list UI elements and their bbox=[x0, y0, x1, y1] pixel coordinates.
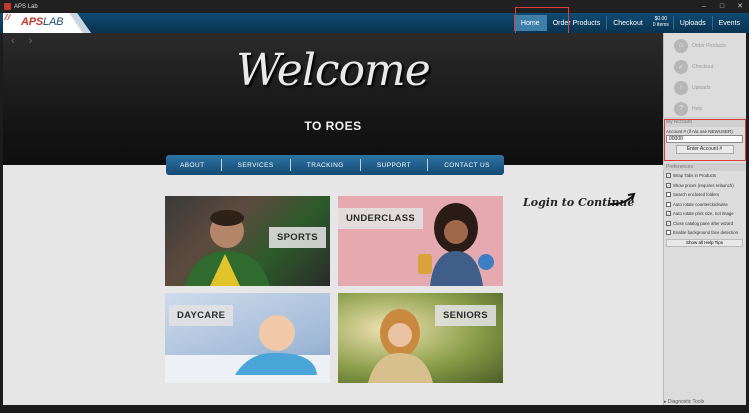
minimize-button[interactable]: – bbox=[695, 0, 713, 13]
checkbox-checked[interactable]: ✓ bbox=[666, 220, 671, 226]
main-content: ‹› Welcome TO ROES ABOUT SERVICES TRACKI… bbox=[3, 33, 663, 405]
pref-auto-rotate-print[interactable]: ✓ Auto rotate print size, not image bbox=[663, 209, 746, 219]
tab-uploads[interactable]: Uploads bbox=[674, 13, 712, 33]
checkbox-unchecked[interactable] bbox=[666, 192, 671, 198]
preferences-header: Preferences bbox=[663, 163, 746, 171]
preferences-section: Preferences ✓ Wrap Tabs in Products ✓ Show… bbox=[663, 163, 746, 247]
tile-daycare[interactable]: DAYCARE bbox=[165, 293, 330, 383]
tile-label-sports: SPORTS bbox=[269, 227, 326, 248]
nav-contact-us[interactable]: CONTACT US bbox=[444, 162, 490, 169]
checkbox-checked[interactable]: ✓ bbox=[666, 173, 671, 179]
pref-label: Search enclosed folders bbox=[673, 192, 720, 198]
site-navigation: ABOUT SERVICES TRACKING SUPPORT CONTACT … bbox=[166, 155, 504, 175]
tile-seniors[interactable]: SENIORS bbox=[338, 293, 503, 383]
checkbox-unchecked[interactable] bbox=[666, 230, 671, 236]
pref-label: Wrap Tabs in Products bbox=[673, 173, 717, 179]
pref-label: Enable background face detection bbox=[673, 230, 738, 236]
window-title: APS Lab bbox=[14, 3, 38, 10]
app-header: APSLAB Home Order Products Checkout $0.0… bbox=[0, 13, 749, 33]
help-icon: ? bbox=[674, 101, 688, 116]
checkbox-unchecked[interactable] bbox=[666, 201, 671, 207]
tab-events[interactable]: Events bbox=[713, 13, 746, 33]
checkbox-checked[interactable]: ✓ bbox=[666, 182, 671, 188]
checkout-icon: ✓ bbox=[674, 59, 688, 74]
nav-separator bbox=[359, 159, 361, 171]
window-bottom-border bbox=[0, 405, 749, 413]
logo-suffix: LAB bbox=[43, 16, 64, 28]
cart-items: 0 items bbox=[652, 22, 669, 28]
upload-icon: ↑ bbox=[674, 80, 688, 95]
aps-logo-icon bbox=[4, 14, 11, 20]
pref-show-prices[interactable]: ✓ Show prices (requires relaunch) bbox=[663, 181, 746, 191]
tile-underclass[interactable]: UNDERCLASS bbox=[338, 196, 503, 286]
panel-help-label: Help bbox=[692, 105, 703, 112]
pref-label: Show prices (requires relaunch) bbox=[673, 182, 734, 188]
pref-search-folders[interactable]: Search enclosed folders bbox=[663, 190, 746, 200]
welcome-subtitle: TO ROES bbox=[304, 119, 362, 133]
panel-uploads-button[interactable]: ↑ Uploads bbox=[664, 77, 746, 98]
panel-order-products-button[interactable]: ⌂ Order Products bbox=[664, 35, 746, 56]
nav-services[interactable]: SERVICES bbox=[238, 162, 274, 169]
panel-checkout-button[interactable]: ✓ Checkout bbox=[664, 56, 746, 77]
close-button[interactable]: ✕ bbox=[731, 0, 749, 13]
panel-checkout-label: Checkout bbox=[692, 63, 714, 70]
account-highlight-box bbox=[664, 119, 746, 161]
pref-label: Close catalog pane after wizard bbox=[673, 220, 734, 226]
curved-arrow-icon bbox=[609, 192, 636, 206]
panel-order-products-label: Order Products bbox=[692, 42, 726, 49]
hero-banner: ‹› Welcome TO ROES bbox=[3, 33, 663, 165]
panel-uploads-label: Uploads bbox=[692, 84, 711, 91]
pref-auto-rotate-ccw[interactable]: Auto rotate counterclockwise bbox=[663, 200, 746, 210]
logo-brand: APS bbox=[21, 16, 44, 28]
nav-separator bbox=[427, 159, 429, 171]
tab-checkout[interactable]: Checkout bbox=[607, 13, 649, 33]
pref-close-catalog[interactable]: ✓ Close catalog pane after wizard bbox=[663, 219, 746, 229]
pref-face-detection[interactable]: Enable background face detection bbox=[663, 228, 746, 238]
nav-separator bbox=[289, 159, 291, 171]
window-controls: – □ ✕ bbox=[695, 0, 749, 13]
cart-icon: ⌂ bbox=[674, 38, 688, 53]
window-titlebar: APS Lab – □ ✕ bbox=[0, 0, 749, 13]
pref-wrap-tabs[interactable]: ✓ Wrap Tabs in Products bbox=[663, 171, 746, 181]
nav-about[interactable]: ABOUT bbox=[180, 162, 204, 169]
tile-label-daycare: DAYCARE bbox=[169, 305, 234, 326]
nav-separator bbox=[220, 159, 222, 171]
pref-label: Auto rotate print size, not image bbox=[673, 211, 734, 217]
pref-label: Auto rotate counterclockwise bbox=[673, 201, 728, 207]
tile-sports[interactable]: SPORTS bbox=[165, 196, 330, 286]
nav-support[interactable]: SUPPORT bbox=[377, 162, 411, 169]
cart-summary[interactable]: $0.00 0 items bbox=[649, 13, 673, 33]
tile-label-seniors: SENIORS bbox=[435, 305, 496, 326]
app-icon bbox=[4, 3, 11, 10]
panel-help-button[interactable]: ? Help bbox=[664, 98, 746, 119]
tile-label-underclass: UNDERCLASS bbox=[338, 208, 423, 229]
logo[interactable]: APSLAB bbox=[3, 13, 91, 33]
maximize-button[interactable]: □ bbox=[713, 0, 731, 13]
show-help-tips-button[interactable]: Show all Help Tips bbox=[666, 238, 743, 247]
checkbox-checked[interactable]: ✓ bbox=[666, 211, 671, 217]
nav-tracking[interactable]: TRACKING bbox=[307, 162, 344, 169]
welcome-heading: Welcome bbox=[236, 45, 431, 96]
